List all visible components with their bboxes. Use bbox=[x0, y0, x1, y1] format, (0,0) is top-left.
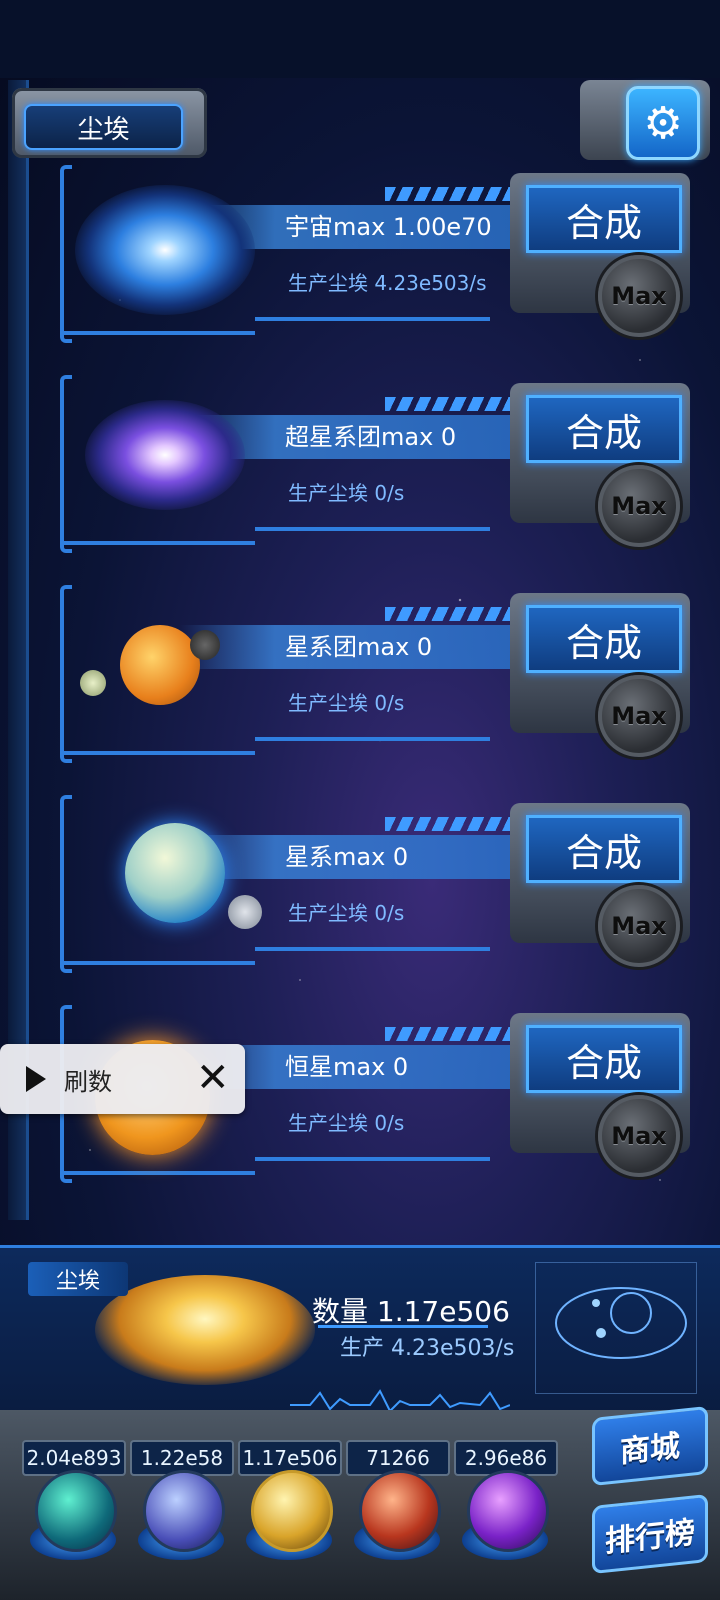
row-underline bbox=[255, 317, 490, 321]
unit-row-supercluster: 超星系团max 0 生产尘埃 0/s 合成 Max bbox=[60, 375, 700, 560]
unit-production: 生产尘埃 0/s bbox=[288, 1111, 405, 1135]
dust-production: 生产 4.23e503/s bbox=[340, 1336, 515, 1361]
merge-button[interactable]: 合成 bbox=[526, 815, 682, 883]
row-bracket-bottom bbox=[60, 1171, 255, 1175]
planet-icon bbox=[190, 630, 220, 660]
unit-name: 恒星max 0 bbox=[285, 1053, 409, 1081]
unit-production: 生产尘埃 0/s bbox=[288, 481, 405, 505]
small-moon-icon bbox=[228, 895, 262, 929]
row-bracket-bottom bbox=[60, 751, 255, 755]
lightning-orb-icon[interactable] bbox=[143, 1470, 225, 1552]
gear-icon: ⚙ bbox=[643, 97, 683, 149]
max-label: Max bbox=[611, 492, 667, 520]
sun-icon bbox=[120, 625, 200, 705]
play-icon[interactable] bbox=[26, 1066, 46, 1092]
unit-row-galaxy-cluster: 星系团max 0 生产尘埃 0/s 合成 Max bbox=[60, 585, 700, 770]
unit-name: 星系团max 0 bbox=[285, 633, 433, 661]
orbit-diagram-icon bbox=[535, 1262, 697, 1394]
leaderboard-button[interactable]: 排行榜 bbox=[592, 1493, 708, 1575]
shop-button[interactable]: 商城 bbox=[592, 1405, 708, 1487]
popup-label[interactable]: 刷数 bbox=[64, 1062, 112, 1097]
unit-name: 星系max 0 bbox=[285, 843, 409, 871]
max-button[interactable]: Max bbox=[598, 885, 680, 967]
cheat-popup[interactable]: 刷数 ✕ bbox=[0, 1044, 245, 1114]
merge-button[interactable]: 合成 bbox=[526, 605, 682, 673]
status-area bbox=[0, 0, 720, 78]
unit-production: 生产尘埃 4.23e503/s bbox=[288, 271, 487, 295]
unit-name: 超星系团max 0 bbox=[285, 423, 457, 451]
decor-slashes bbox=[385, 1027, 515, 1041]
unit-row-galaxy: 星系max 0 生产尘埃 0/s 合成 Max bbox=[60, 795, 700, 980]
row-underline bbox=[255, 947, 490, 951]
dust-explosion-icon bbox=[95, 1275, 315, 1385]
max-label: Max bbox=[611, 912, 667, 940]
max-label: Max bbox=[611, 282, 667, 310]
max-button[interactable]: Max bbox=[598, 465, 680, 547]
max-label: Max bbox=[611, 702, 667, 730]
decor-slashes bbox=[385, 607, 515, 621]
page-title: 尘埃 bbox=[24, 104, 183, 150]
atom-orb-icon[interactable] bbox=[35, 1470, 117, 1552]
row-bracket bbox=[60, 585, 72, 763]
close-icon[interactable]: ✕ bbox=[196, 1054, 230, 1102]
vortex-orb-icon[interactable] bbox=[467, 1470, 549, 1552]
merge-button[interactable]: 合成 bbox=[526, 185, 682, 253]
dust-orb-icon[interactable] bbox=[251, 1470, 333, 1552]
unit-production: 生产尘埃 0/s bbox=[288, 691, 405, 715]
merge-button[interactable]: 合成 bbox=[526, 395, 682, 463]
row-bracket bbox=[60, 375, 72, 553]
dust-underline bbox=[318, 1325, 488, 1328]
row-bracket-bottom bbox=[60, 961, 255, 965]
universe-icon bbox=[75, 185, 255, 315]
decor-slashes bbox=[385, 817, 515, 831]
row-bracket bbox=[60, 795, 72, 973]
row-bracket bbox=[60, 165, 72, 343]
dust-tag: 尘埃 bbox=[28, 1262, 128, 1296]
max-button[interactable]: Max bbox=[598, 675, 680, 757]
row-bracket-bottom bbox=[60, 541, 255, 545]
neuron-orb-icon[interactable] bbox=[359, 1470, 441, 1552]
merge-button[interactable]: 合成 bbox=[526, 1025, 682, 1093]
unit-name: 宇宙max 1.00e70 bbox=[285, 213, 492, 241]
ice-planet-icon bbox=[125, 823, 225, 923]
dust-count: 数量 1.17e506 bbox=[312, 1295, 510, 1328]
row-bracket-bottom bbox=[60, 331, 255, 335]
decor-slashes bbox=[385, 397, 515, 411]
row-underline bbox=[255, 1157, 490, 1161]
moon-icon bbox=[80, 670, 106, 696]
settings-button[interactable]: ⚙ bbox=[626, 86, 700, 160]
row-underline bbox=[255, 527, 490, 531]
max-label: Max bbox=[611, 1122, 667, 1150]
unit-row-universe: 宇宙max 1.00e70 生产尘埃 4.23e503/s 合成 Max bbox=[60, 165, 700, 350]
resource-row: 2.04e893 1.22e58 1.17e506 71266 2.96e86 bbox=[22, 1440, 562, 1476]
decor-slashes bbox=[385, 187, 515, 201]
max-button[interactable]: Max bbox=[598, 1095, 680, 1177]
unit-production: 生产尘埃 0/s bbox=[288, 901, 405, 925]
row-underline bbox=[255, 737, 490, 741]
supercluster-icon bbox=[85, 400, 245, 510]
max-button[interactable]: Max bbox=[598, 255, 680, 337]
